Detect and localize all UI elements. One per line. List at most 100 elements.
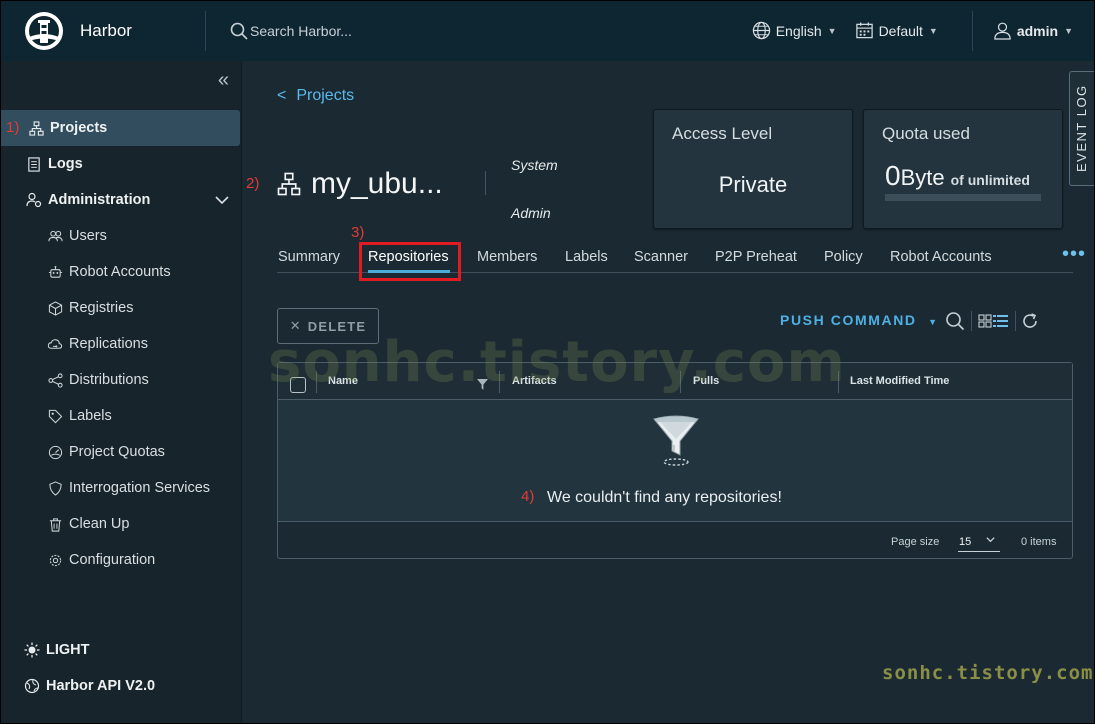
tab-policy[interactable]: Policy <box>824 249 863 265</box>
column-separator <box>316 371 317 393</box>
empty-state-message: We couldn't find any repositories! <box>547 489 782 506</box>
filter-icon[interactable] <box>477 379 488 390</box>
breadcrumb-projects[interactable]: Projects <box>296 87 354 104</box>
sidebar-item-robot-accounts[interactable]: Robot Accounts <box>0 254 242 290</box>
tab-members[interactable]: Members <box>477 249 537 265</box>
top-header: Harbor Search Harbor... English ▼ Defaul… <box>0 0 1095 61</box>
sidebar-item-project-quotas[interactable]: Project Quotas <box>0 434 242 470</box>
api-globe-icon <box>24 678 40 694</box>
theme-toggle-label: LIGHT <box>46 642 90 658</box>
sidebar-item-projects[interactable]: 1) Projects <box>0 110 240 146</box>
page-size-value: 15 <box>959 536 972 548</box>
sidebar-item-label: Distributions <box>69 372 149 388</box>
sidebar-item-labels[interactable]: Labels <box>0 398 242 434</box>
column-header-name[interactable]: Name <box>328 375 358 387</box>
admin-submenu: Users Robot Accounts Registries Replication… <box>0 218 242 578</box>
search-icon[interactable] <box>945 311 965 331</box>
calendar-icon <box>855 22 873 39</box>
sidebar-item-administration[interactable]: Administration <box>0 182 242 218</box>
log-list-icon <box>26 156 42 172</box>
project-role-system: System <box>511 157 558 173</box>
sidebar-item-replications[interactable]: Replications <box>0 326 242 362</box>
chevron-down-icon: ▼ <box>827 25 837 36</box>
share-icon <box>47 372 63 388</box>
theme-toggle[interactable]: LIGHT <box>0 632 242 668</box>
sidebar-item-label: Replications <box>69 336 148 352</box>
empty-filter-funnel-icon <box>653 415 699 466</box>
main-content: < Projects 2) my_ubu... System Admin Acce… <box>242 61 1095 724</box>
sidebar-item-clean-up[interactable]: Clean Up <box>0 506 242 542</box>
user-menu[interactable]: admin ▼ <box>993 21 1073 40</box>
sidebar-bottom: LIGHT Harbor API V2.0 <box>0 632 242 704</box>
quota-used-amount: 0 <box>885 160 901 191</box>
trash-icon <box>47 516 63 532</box>
tab-summary[interactable]: Summary <box>278 249 340 265</box>
sidebar-item-label: Project Quotas <box>69 444 165 460</box>
user-name: admin <box>1016 22 1059 39</box>
harbor-api-link[interactable]: Harbor API V2.0 <box>0 668 242 704</box>
sidebar-item-configuration[interactable]: Configuration <box>0 542 242 578</box>
search-placeholder: Search Harbor... <box>250 22 352 39</box>
event-log-toggle[interactable]: EVENT LOG <box>1069 71 1095 186</box>
sidebar-item-registries[interactable]: Registries <box>0 290 242 326</box>
datagrid-body: 4) We couldn't find any repositories! <box>278 400 1072 521</box>
project-role-admin: Admin <box>511 205 551 221</box>
harbor-logo-icon <box>25 11 63 50</box>
page-size-select[interactable]: 15 <box>958 530 1000 552</box>
quota-used-unit: Byte <box>900 165 945 190</box>
global-search[interactable]: Search Harbor... <box>230 22 630 40</box>
brand[interactable]: Harbor <box>0 0 205 61</box>
tab-labels[interactable]: Labels <box>565 249 608 265</box>
header-divider <box>971 10 973 51</box>
column-header-pulls[interactable]: Pulls <box>693 375 719 387</box>
column-header-artifacts[interactable]: Artifacts <box>512 375 557 387</box>
tab-robot-accounts[interactable]: Robot Accounts <box>890 249 992 265</box>
chevron-down-icon <box>986 537 995 543</box>
more-tabs-icon[interactable]: ••• <box>1062 243 1086 266</box>
sidebar-item-label: Projects <box>50 120 108 136</box>
page-title: my_ubu... <box>277 167 443 201</box>
sidebar-item-label: Labels <box>69 408 112 424</box>
toolbar-divider <box>971 311 972 331</box>
date-format-selector[interactable]: Default ▼ <box>855 21 938 40</box>
chevron-down-icon: ▼ <box>928 25 938 36</box>
sidebar-item-label: Administration <box>48 192 151 208</box>
select-all-checkbox[interactable] <box>290 377 306 393</box>
cloud-sync-icon <box>47 336 63 352</box>
sidebar-item-logs[interactable]: Logs <box>0 146 242 182</box>
tab-p2p-preheat[interactable]: P2P Preheat <box>715 249 797 265</box>
robot-icon <box>47 264 63 280</box>
push-command-button[interactable]: PUSH COMMAND ▼ <box>780 312 939 328</box>
project-name: my_ubu... <box>311 167 443 200</box>
sidebar-item-interrogation-services[interactable]: Interrogation Services <box>0 470 242 506</box>
refresh-icon[interactable] <box>1021 312 1039 330</box>
column-separator <box>838 371 839 393</box>
annotation-2: 2) <box>246 175 260 192</box>
access-level-value: Private <box>718 172 788 197</box>
page-size-label: Page size <box>891 536 940 548</box>
gear-icon <box>47 552 63 568</box>
delete-button[interactable]: ✕ DELETE <box>277 308 379 344</box>
sidebar-item-label: Registries <box>69 300 134 316</box>
sidebar-item-distributions[interactable]: Distributions <box>0 362 242 398</box>
admin-users-icon <box>26 192 42 208</box>
event-log-label: EVENT LOG <box>1074 84 1089 172</box>
quota-progress-bar <box>885 194 1041 201</box>
sidebar-item-label: Clean Up <box>69 516 130 532</box>
sidebar-item-label: Users <box>69 228 107 244</box>
tab-scanner[interactable]: Scanner <box>634 249 688 265</box>
card-view-icon[interactable] <box>978 314 992 328</box>
quota-used-value: 0 Byte of unlimited <box>885 160 1030 192</box>
search-icon <box>230 22 248 40</box>
quota-limit: of unlimited <box>950 172 1030 188</box>
column-header-last-modified[interactable]: Last Modified Time <box>850 375 949 387</box>
language-selector[interactable]: English ▼ <box>752 21 837 40</box>
annotation-4: 4) <box>521 488 535 505</box>
list-view-icon[interactable] <box>993 314 1008 328</box>
breadcrumb-back-icon: < <box>277 87 287 104</box>
breadcrumb[interactable]: < Projects <box>277 87 364 105</box>
collapse-sidebar-icon[interactable]: « <box>218 69 229 92</box>
sun-icon <box>24 642 40 658</box>
sidebar-item-users[interactable]: Users <box>0 218 242 254</box>
column-separator <box>680 371 681 393</box>
